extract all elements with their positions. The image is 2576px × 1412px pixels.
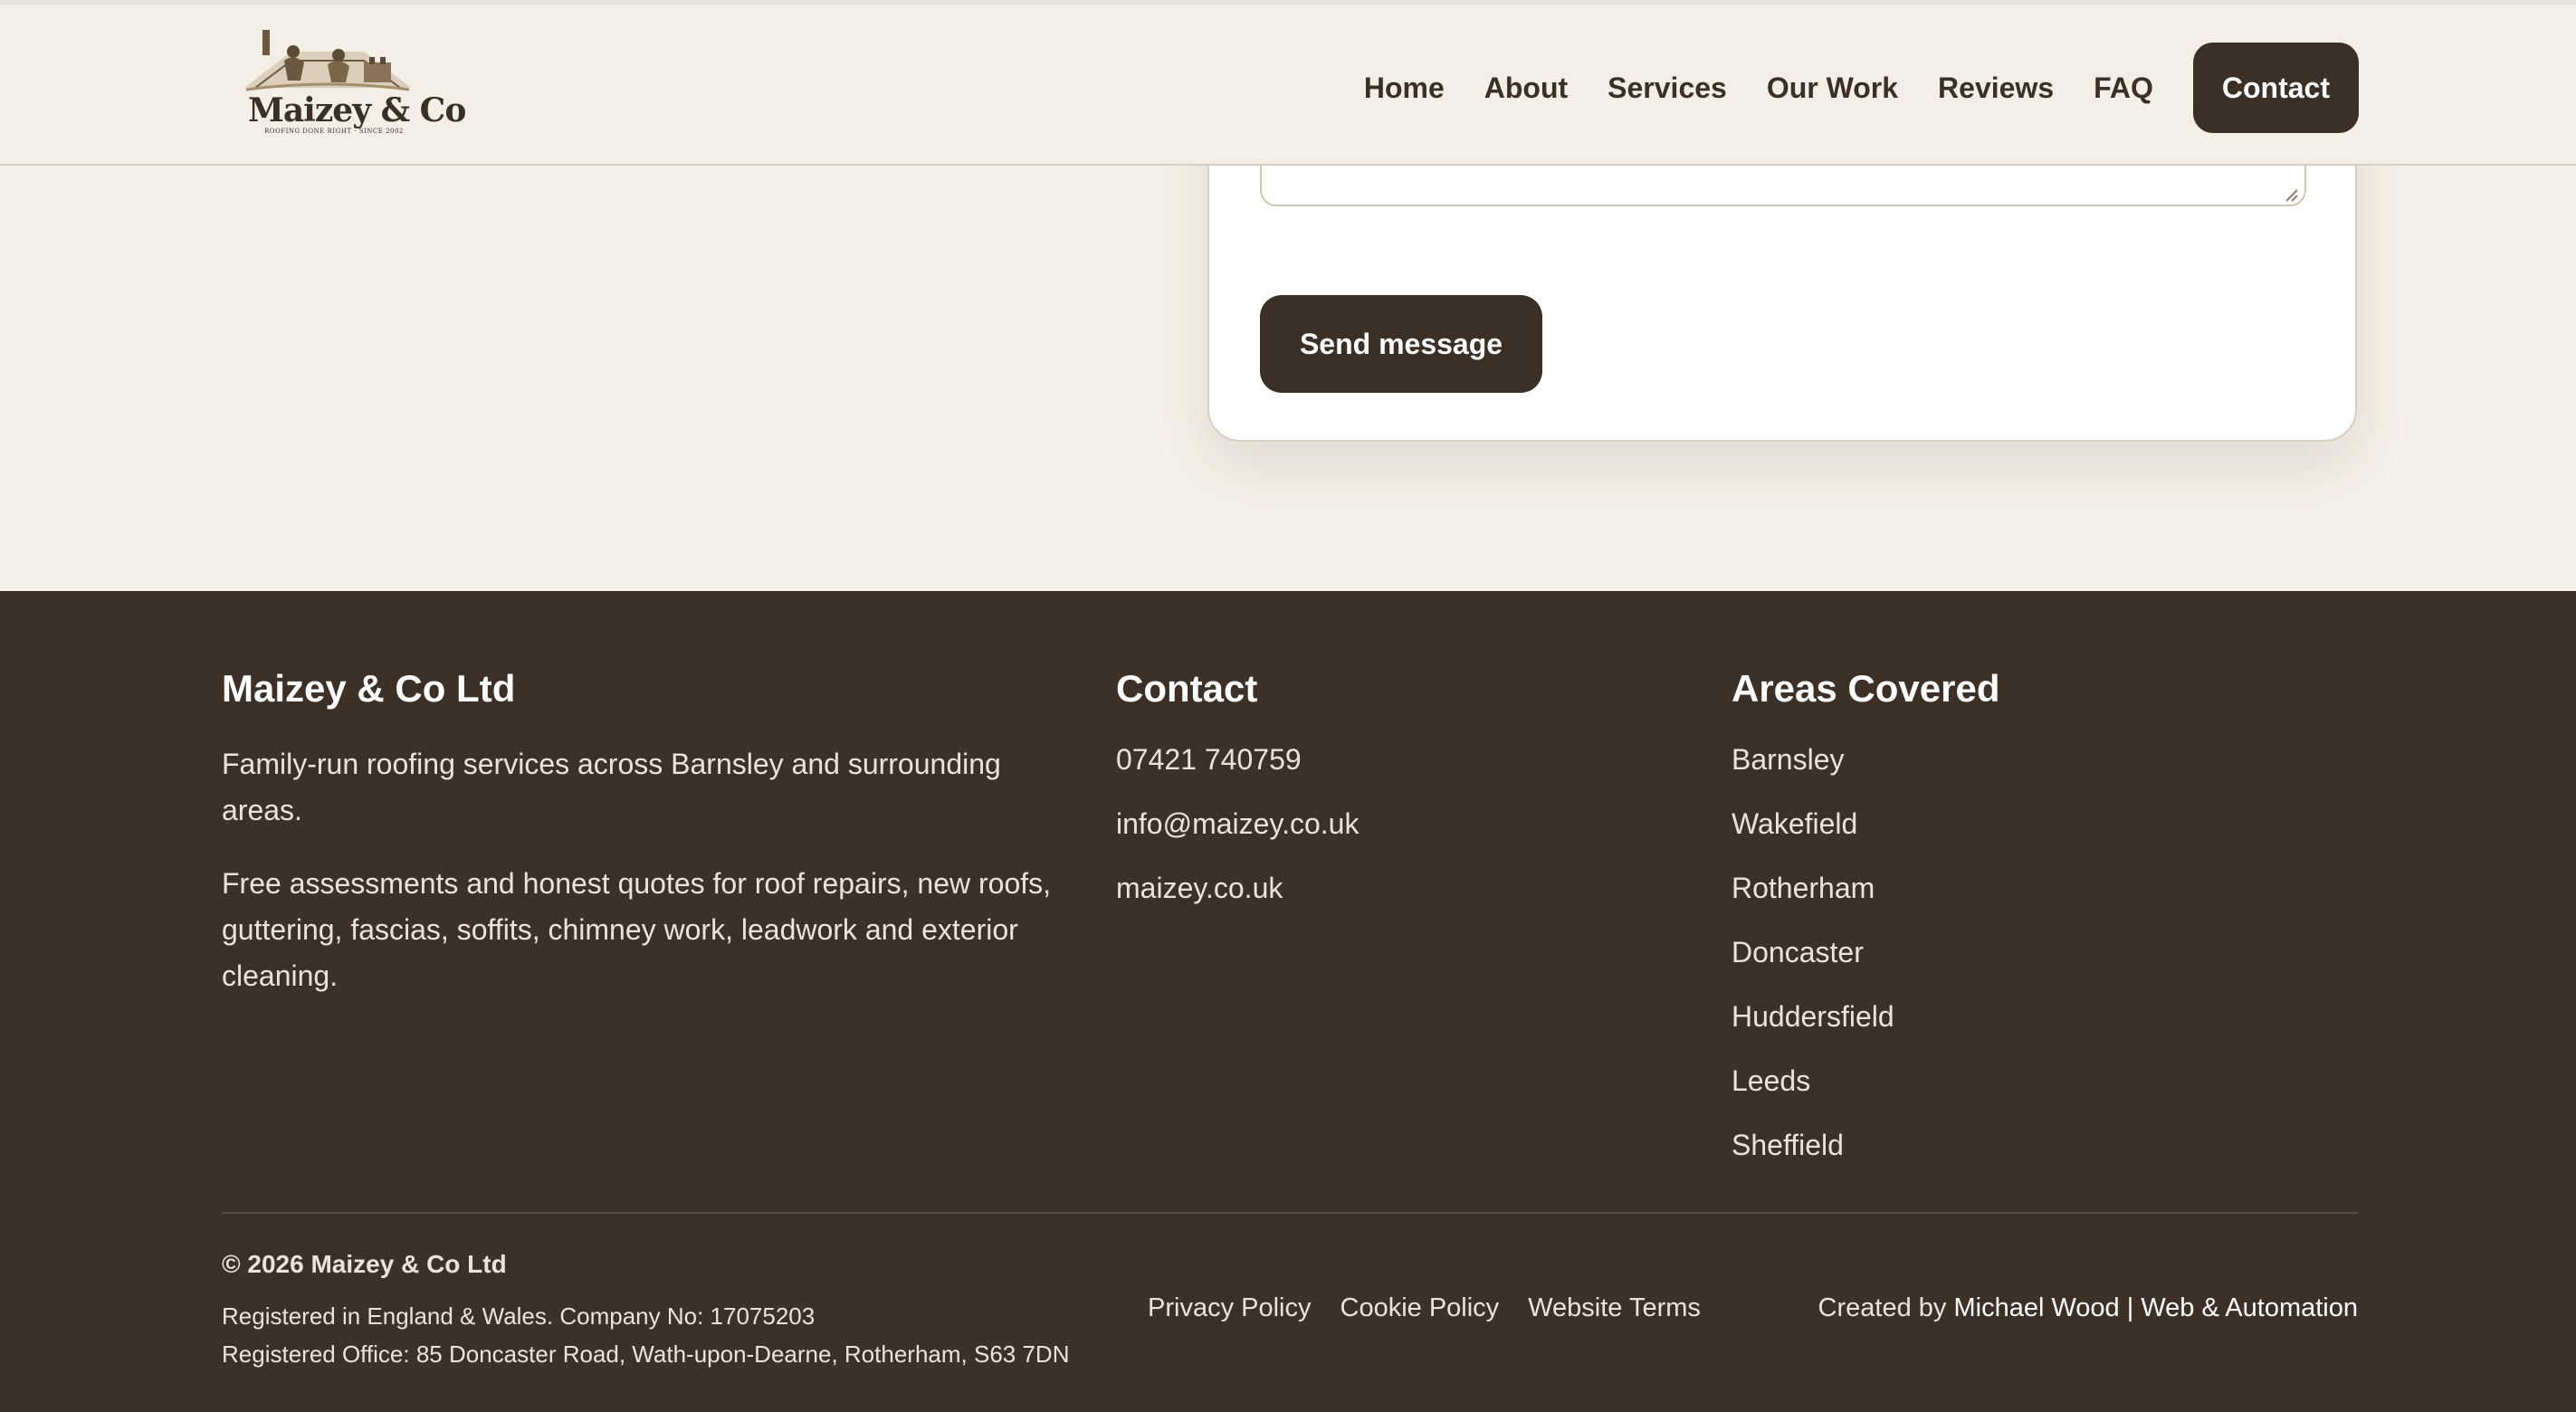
footer-about-text: Free assessments and honest quotes for r…: [222, 867, 1052, 992]
nav-contact-button[interactable]: Contact: [2192, 43, 2359, 133]
area-item: Barnsley: [1732, 743, 1845, 776]
area-item: Sheffield: [1732, 1129, 1844, 1161]
nav-services[interactable]: Services: [1608, 72, 1727, 105]
nav-our-work[interactable]: Our Work: [1767, 72, 1898, 105]
page: Send message Maizey & Co ROOFING DONE RI…: [0, 0, 2576, 1412]
nav-about[interactable]: About: [1484, 72, 1568, 105]
area-item: Doncaster: [1732, 936, 1864, 968]
logo-tagline: ROOFING DONE RIGHT · SINCE 2002: [264, 128, 404, 135]
company-registration: Registered in England & Wales. Company N…: [222, 1302, 816, 1330]
credit-prefix: Created by: [1818, 1293, 1947, 1322]
footer-about-text: Family-run roofing services across Barns…: [222, 748, 1001, 826]
registered-office: Registered Office: 85 Doncaster Road, Wa…: [222, 1340, 1070, 1368]
legal-links: Privacy Policy Cookie Policy Website Ter…: [1148, 1293, 1701, 1323]
area-item: Rotherham: [1732, 872, 1875, 904]
resize-grip-icon[interactable]: [2283, 186, 2299, 203]
footer-divider: [222, 1212, 2358, 1214]
footer-contact-title: Contact: [1116, 667, 1258, 710]
area-item: Leeds: [1732, 1064, 1811, 1097]
area-item: Huddersfield: [1732, 1000, 1894, 1033]
footer-email-link[interactable]: info@maizey.co.uk: [1116, 806, 1623, 870]
privacy-policy-link[interactable]: Privacy Policy: [1148, 1293, 1312, 1323]
logo[interactable]: Maizey & Co ROOFING DONE RIGHT · SINCE 2…: [237, 24, 466, 140]
site-header: Maizey & Co ROOFING DONE RIGHT · SINCE 2…: [0, 0, 2576, 166]
main-nav: Home About Services Our Work Reviews FAQ…: [1324, 41, 2359, 135]
cookie-policy-link[interactable]: Cookie Policy: [1340, 1293, 1500, 1323]
footer-phone-link[interactable]: 07421 740759: [1116, 741, 1623, 806]
footer-about: Maizey & Co Ltd Family-run roofing servi…: [222, 667, 1073, 1026]
nav-home[interactable]: Home: [1364, 72, 1445, 105]
logo-wordmark: Maizey & Co: [248, 91, 466, 129]
credit-link[interactable]: Michael Wood | Web & Automation: [1953, 1293, 2358, 1322]
website-terms-link[interactable]: Website Terms: [1528, 1293, 1701, 1323]
footer-areas: Areas Covered Barnsley Wakefield Rotherh…: [1732, 667, 2365, 1191]
site-footer: Maizey & Co Ltd Family-run roofing servi…: [0, 591, 2576, 1412]
copyright-text: © 2026 Maizey & Co Ltd: [222, 1250, 507, 1278]
footer-company-title: Maizey & Co Ltd: [222, 667, 516, 710]
send-message-button[interactable]: Send message: [1260, 295, 1542, 393]
nav-reviews[interactable]: Reviews: [1938, 72, 2054, 105]
footer-contact: Contact 07421 740759 info@maizey.co.uk m…: [1116, 667, 1623, 934]
site-credit: Created by Michael Wood | Web & Automati…: [1818, 1293, 2358, 1323]
area-item: Wakefield: [1732, 807, 1858, 840]
footer-website-link[interactable]: maizey.co.uk: [1116, 870, 1623, 934]
nav-faq[interactable]: FAQ: [2094, 72, 2153, 105]
footer-areas-title: Areas Covered: [1732, 667, 2000, 710]
